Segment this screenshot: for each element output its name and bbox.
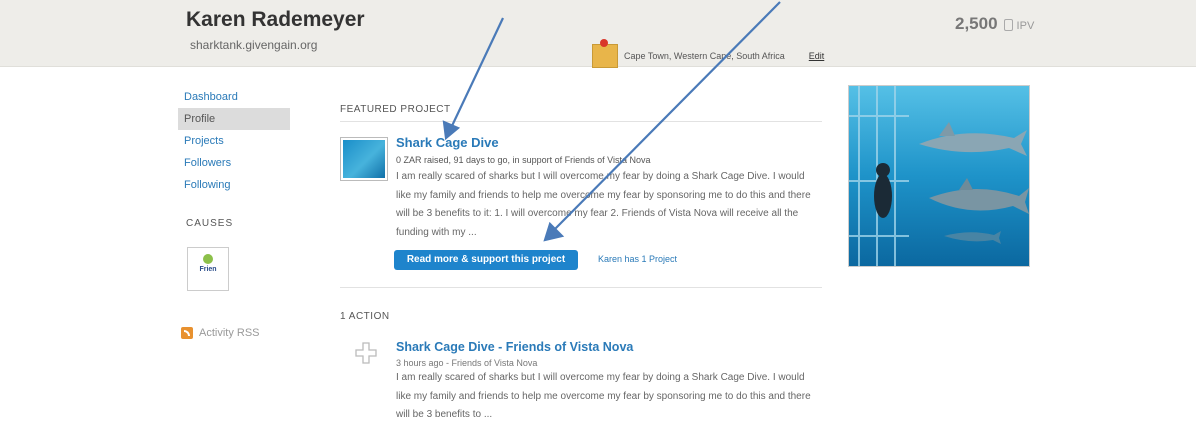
points-icon	[1003, 18, 1013, 31]
action-title-link[interactable]: Shark Cage Dive - Friends of Vista Nova	[396, 340, 633, 354]
shark-photo-thumbnail	[343, 140, 385, 178]
points-value: 2,500	[955, 14, 998, 33]
sidebar-item-projects[interactable]: Projects	[178, 130, 290, 152]
activity-rss-label: Activity RSS	[199, 327, 260, 339]
featured-project-heading: FEATURED PROJECT	[340, 104, 451, 115]
profile-header: Karen Rademeyer sharktank.givengain.org …	[0, 0, 1196, 68]
plus-icon	[355, 342, 377, 364]
edit-location-link[interactable]: Edit	[809, 51, 825, 61]
activity-rss-link[interactable]: Activity RSS	[181, 327, 260, 339]
project-title-link[interactable]: Shark Cage Dive	[396, 135, 499, 150]
cause-logo[interactable]: Frien	[187, 247, 229, 291]
actions-heading: 1 ACTION	[340, 311, 390, 322]
points-unit: IPV	[1016, 20, 1035, 32]
map-pin-icon	[592, 39, 618, 68]
causes-heading: CAUSES	[186, 218, 234, 229]
sidebar-item-profile[interactable]: Profile	[178, 108, 290, 130]
sidebar-item-followers[interactable]: Followers	[178, 152, 290, 174]
sprout-icon	[203, 254, 213, 264]
points-display: 2,500 IPV	[955, 14, 1034, 34]
project-meta: 0 ZAR raised, 91 days to go, in support …	[396, 155, 651, 165]
sidebar-item-following[interactable]: Following	[178, 174, 290, 196]
divider	[340, 121, 822, 122]
projects-count-link[interactable]: Karen has 1 Project	[598, 254, 677, 264]
project-description: I am really scared of sharks but I will …	[396, 171, 811, 238]
support-project-button[interactable]: Read more & support this project	[394, 250, 578, 270]
location: Cape Town, Western Cape, South Africa Ed…	[592, 39, 825, 68]
shark-cage-photo	[848, 85, 1030, 267]
divider	[340, 287, 822, 288]
project-thumbnail[interactable]	[340, 137, 388, 181]
action-meta: 3 hours ago - Friends of Vista Nova	[396, 358, 538, 368]
location-text: Cape Town, Western Cape, South Africa	[624, 51, 785, 61]
sidebar-item-dashboard[interactable]: Dashboard	[178, 86, 290, 108]
sidebar-nav: Dashboard Profile Projects Followers Fol…	[178, 86, 290, 196]
action-description: I am really scared of sharks but I will …	[396, 372, 811, 420]
rss-icon	[181, 327, 193, 339]
cause-logo-text: Frien	[199, 266, 217, 273]
profile-url[interactable]: sharktank.givengain.org	[190, 38, 317, 52]
profile-name: Karen Rademeyer	[186, 8, 365, 31]
